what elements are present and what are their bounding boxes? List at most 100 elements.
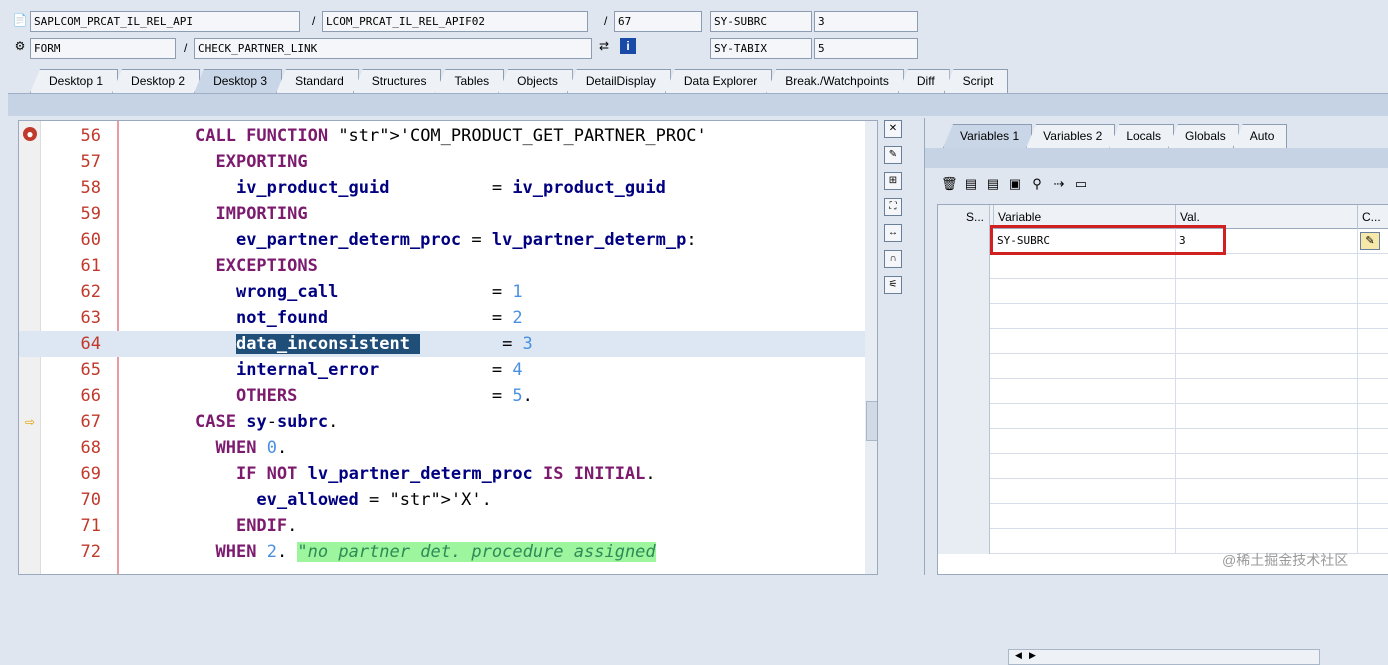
table-row[interactable] <box>938 279 1388 304</box>
code-line[interactable]: 56 CALL FUNCTION "str">'COM_PRODUCT_GET_P… <box>19 123 877 149</box>
value-cell[interactable] <box>1176 354 1358 378</box>
type-field[interactable]: FORM <box>30 38 176 59</box>
table-row[interactable] <box>938 329 1388 354</box>
value-cell[interactable] <box>1176 404 1358 428</box>
include-field[interactable]: LCOM_PRCAT_IL_REL_APIF02 <box>322 11 588 32</box>
tab-desktop-3[interactable]: Desktop 3 <box>194 69 283 93</box>
variable-cell[interactable] <box>994 404 1176 428</box>
table-row[interactable] <box>938 404 1388 429</box>
line-field[interactable]: 67 <box>614 11 702 32</box>
tab-script[interactable]: Script <box>943 69 1009 93</box>
code-line[interactable]: 59 IMPORTING <box>19 201 877 227</box>
value-cell[interactable] <box>1176 304 1358 328</box>
split-icon[interactable]: ⊞ <box>884 172 902 190</box>
info-icon[interactable]: i <box>620 38 636 54</box>
variable-cell[interactable] <box>994 304 1176 328</box>
value-cell[interactable] <box>1176 429 1358 453</box>
new-icon[interactable]: ✎ <box>884 146 902 164</box>
code-editor[interactable]: 56 CALL FUNCTION "str">'COM_PRODUCT_GET_P… <box>18 120 878 575</box>
table-row[interactable] <box>938 304 1388 329</box>
row-selector[interactable] <box>938 354 990 379</box>
variable-cell[interactable] <box>994 254 1176 278</box>
save-icon[interactable]: ▣ <box>1007 176 1023 192</box>
folder-icon[interactable]: ▭ <box>1073 176 1089 192</box>
code-line[interactable]: 69 IF NOT lv_partner_determ_proc IS INIT… <box>19 461 877 487</box>
var1-value-field[interactable]: 3 <box>814 11 918 32</box>
scroll-left-icon[interactable]: ◀ <box>1015 650 1022 661</box>
tree-icon[interactable]: ⚟ <box>884 276 902 294</box>
tab-desktop-2[interactable]: Desktop 2 <box>112 69 201 93</box>
variable-cell[interactable] <box>994 279 1176 303</box>
row-selector[interactable] <box>938 379 990 404</box>
form-name-field[interactable]: CHECK_PARTNER_LINK <box>194 38 592 59</box>
value-cell[interactable] <box>1176 454 1358 478</box>
insert-icon[interactable]: ▤ <box>963 176 979 192</box>
program-field[interactable]: SAPLCOM_PRCAT_IL_REL_API <box>30 11 300 32</box>
row-selector[interactable] <box>938 454 990 479</box>
table-row[interactable] <box>938 429 1388 454</box>
tab-globals[interactable]: Globals <box>1168 124 1239 148</box>
tab-auto[interactable]: Auto <box>1232 124 1288 148</box>
var1-name-field[interactable]: SY-SUBRC <box>710 11 812 32</box>
tab-tables[interactable]: Tables <box>435 69 505 93</box>
variable-cell[interactable] <box>994 479 1176 503</box>
editor-scrollbar[interactable] <box>865 121 877 574</box>
code-line[interactable]: 70 ev_allowed = "str">'X'. <box>19 487 877 513</box>
tab-variables-1[interactable]: Variables 1 <box>943 124 1033 148</box>
col-change[interactable]: C... <box>1358 205 1388 229</box>
variable-cell[interactable] <box>994 379 1176 403</box>
row-selector[interactable] <box>938 329 990 354</box>
variable-cell[interactable] <box>994 504 1176 528</box>
move-icon[interactable]: ⇢ <box>1051 176 1067 192</box>
close-icon[interactable]: ✕ <box>884 120 902 138</box>
code-line[interactable]: 67 CASE sy-subrc. <box>19 409 877 435</box>
tab-detail-display[interactable]: DetailDisplay <box>566 69 671 93</box>
var2-name-field[interactable]: SY-TABIX <box>710 38 812 59</box>
code-line[interactable]: 68 WHEN 0. <box>19 435 877 461</box>
variable-cell[interactable] <box>994 429 1176 453</box>
table-row[interactable] <box>938 479 1388 504</box>
row-selector[interactable] <box>938 229 990 254</box>
delete-icon[interactable]: 🗑 <box>941 176 958 192</box>
row-selector[interactable] <box>938 479 990 504</box>
row-selector[interactable] <box>938 529 990 554</box>
value-cell[interactable] <box>1176 504 1358 528</box>
code-line[interactable]: 60 ev_partner_determ_proc = lv_partner_d… <box>19 227 877 253</box>
insert-after-icon[interactable]: ▤ <box>985 176 1001 192</box>
var2-value-field[interactable]: 5 <box>814 38 918 59</box>
table-row[interactable] <box>938 354 1388 379</box>
scroll-thumb[interactable] <box>866 401 877 441</box>
tab-objects[interactable]: Objects <box>498 69 573 93</box>
value-cell[interactable] <box>1176 479 1358 503</box>
code-line[interactable]: 64 data_inconsistent = 3 <box>19 331 877 357</box>
row-selector[interactable] <box>938 504 990 529</box>
row-selector[interactable] <box>938 404 990 429</box>
value-cell[interactable] <box>1176 279 1358 303</box>
code-line[interactable]: 62 wrong_call = 1 <box>19 279 877 305</box>
table-row[interactable] <box>938 504 1388 529</box>
table-row[interactable] <box>938 379 1388 404</box>
tab-variables-2[interactable]: Variables 2 <box>1026 124 1116 148</box>
edit-pencil-icon[interactable]: ✎ <box>1360 232 1380 250</box>
code-line[interactable]: 57 EXPORTING <box>19 149 877 175</box>
tab-diff[interactable]: Diff <box>897 69 950 93</box>
tab-structures[interactable]: Structures <box>352 69 442 93</box>
variable-cell[interactable] <box>994 529 1176 553</box>
breakpoint-icon[interactable]: ● <box>23 127 37 141</box>
headphones-icon[interactable]: ∩ <box>884 250 902 268</box>
variable-cell[interactable] <box>994 329 1176 353</box>
value-cell[interactable] <box>1176 379 1358 403</box>
width-icon[interactable]: ↔ <box>884 224 902 242</box>
hierarchy-icon[interactable]: ⚲ <box>1029 176 1045 192</box>
code-line[interactable]: 58 iv_product_guid = iv_product_guid <box>19 175 877 201</box>
code-line[interactable]: 66 OTHERS = 5. <box>19 383 877 409</box>
code-line[interactable]: 63 not_found = 2 <box>19 305 877 331</box>
fullscreen-icon[interactable]: ⛶ <box>884 198 902 216</box>
value-cell[interactable] <box>1176 329 1358 353</box>
scroll-right-icon[interactable]: ▶ <box>1029 650 1036 661</box>
value-cell[interactable] <box>1176 254 1358 278</box>
variable-cell[interactable] <box>994 354 1176 378</box>
table-row[interactable] <box>938 454 1388 479</box>
horizontal-scrollbar[interactable]: ◀ ▶ <box>1008 649 1320 665</box>
code-line[interactable]: 71 ENDIF. <box>19 513 877 539</box>
